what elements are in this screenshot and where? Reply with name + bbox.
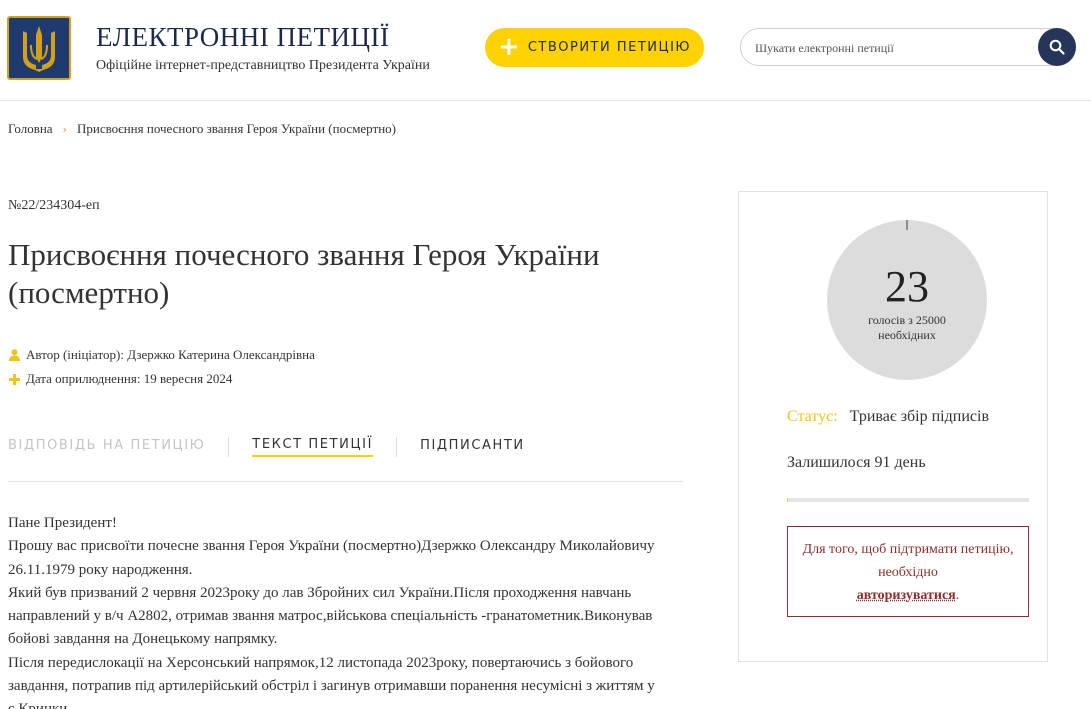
auth-notice: Для того, щоб підтримати петицію, необхі… (787, 526, 1029, 617)
auth-text-end: . (956, 588, 960, 603)
petition-number: №22/234304-еп (8, 198, 100, 214)
tab-answer[interactable]: ВІДПОВІДЬ НА ПЕТИЦІЮ (8, 438, 205, 456)
petition-title: Присвоєння почесного звання Героя Україн… (8, 236, 688, 312)
date-value: 19 вересня 2024 (144, 371, 233, 387)
petition-tabs: ВІДПОВІДЬ НА ПЕТИЦІЮ ТЕКСТ ПЕТИЦІЇ ПІДПИ… (8, 437, 525, 457)
petition-paragraph: Після передислокації на Херсонський напр… (8, 652, 668, 709)
petition-paragraph: Пане Президент! (8, 512, 668, 535)
trident-icon (17, 23, 61, 73)
breadcrumb-current: Присвоєння почесного звання Героя Україн… (77, 121, 396, 137)
auth-text: Для того, щоб підтримати петицію, необхі… (803, 542, 1014, 580)
search-button[interactable] (1038, 28, 1076, 66)
search-bar (740, 28, 1076, 66)
create-petition-button[interactable]: + СТВОРИТИ ПЕТИЦІЮ (485, 28, 704, 67)
tabs-divider-line (8, 481, 683, 482)
author-label: Автор (ініціатор): (26, 347, 124, 363)
tab-divider (228, 437, 229, 457)
progress-bar (787, 498, 1029, 502)
petition-status: Статус: Триває збір підписів (787, 408, 989, 426)
status-value: Триває збір підписів (850, 408, 989, 425)
breadcrumb-home-link[interactable]: Головна (8, 121, 53, 137)
plus-icon (8, 373, 20, 385)
user-icon (8, 349, 20, 361)
petition-date: Дата оприлюднення: 19 вересня 2024 (8, 371, 232, 387)
trident-coat-of-arms-icon[interactable] (7, 16, 71, 80)
votes-of-line2: необхідних (878, 328, 936, 342)
petition-text: Пане Президент! Прошу вас присвоїти поче… (8, 512, 668, 709)
site-header: ЕЛЕКТРОННІ ПЕТИЦІЇ Офіційне інтернет-пре… (0, 0, 1091, 101)
votes-count: 23 (827, 265, 987, 309)
tab-signers[interactable]: ПІДПИСАНТИ (420, 438, 525, 456)
chevron-right-icon: › (63, 123, 67, 136)
votes-progress-tick (906, 220, 908, 230)
votes-circle: 23 голосів з 25000 необхідних (827, 220, 987, 380)
status-label: Статус: (787, 408, 838, 425)
create-petition-label: СТВОРИТИ ПЕТИЦІЮ (528, 40, 691, 55)
date-label: Дата оприлюднення: (26, 371, 140, 387)
petition-sidebar: 23 голосів з 25000 необхідних Статус: Три… (738, 191, 1048, 662)
search-input[interactable] (755, 38, 1035, 58)
breadcrumb: Головна › Присвоєння почесного звання Ге… (8, 121, 396, 137)
plus-icon: + (498, 34, 520, 60)
days-remaining: Залишилося 91 день (787, 454, 926, 472)
petition-author: Автор (ініціатор): Дзержко Катерина Олек… (8, 347, 315, 363)
votes-of-line1: голосів з 25000 (868, 313, 946, 327)
site-title[interactable]: ЕЛЕКТРОННІ ПЕТИЦІЇ (96, 22, 390, 53)
petition-paragraph: Який був призваний 2 червня 2023року до … (8, 582, 668, 652)
site-subtitle: Офіційне інтернет-представництво Президе… (96, 58, 430, 74)
login-link[interactable]: авторизуватися (857, 588, 956, 603)
search-icon (1049, 39, 1065, 55)
tab-petition-text[interactable]: ТЕКСТ ПЕТИЦІЇ (252, 437, 373, 457)
votes-required: голосів з 25000 необхідних (827, 313, 987, 343)
author-name: Дзержко Катерина Олександрівна (127, 347, 315, 363)
tab-divider (396, 437, 397, 457)
petition-paragraph: Прошу вас присвоїти почесне звання Героя… (8, 535, 668, 582)
